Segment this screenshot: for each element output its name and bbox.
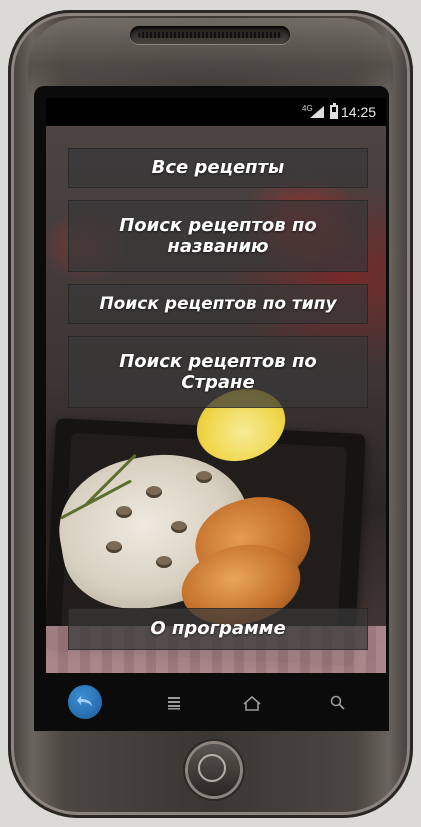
about-button[interactable]: О программе bbox=[68, 608, 368, 650]
mushroom-image bbox=[156, 556, 172, 568]
back-arrow-icon bbox=[77, 696, 92, 707]
battery-icon bbox=[330, 103, 338, 119]
hardware-home-button[interactable] bbox=[188, 744, 240, 796]
back-icon[interactable] bbox=[68, 685, 102, 719]
status-bar: 4G 14:25 bbox=[46, 98, 386, 126]
menu-icon[interactable] bbox=[160, 689, 188, 717]
mushroom-image bbox=[146, 486, 162, 498]
status-time: 14:25 bbox=[341, 104, 377, 120]
mushroom-image bbox=[171, 521, 187, 533]
earpiece-speaker bbox=[130, 26, 290, 44]
home-icon[interactable] bbox=[238, 689, 266, 717]
signal-icon bbox=[310, 106, 324, 118]
mushroom-image bbox=[196, 471, 212, 483]
search-by-type-button[interactable]: Поиск рецептов по типу bbox=[68, 284, 368, 324]
all-recipes-button[interactable]: Все рецепты bbox=[68, 148, 368, 188]
search-icon[interactable] bbox=[324, 689, 352, 717]
navigation-bar bbox=[34, 673, 389, 731]
mushroom-image bbox=[106, 541, 122, 553]
mushroom-image bbox=[116, 506, 132, 518]
search-by-name-button[interactable]: Поиск рецептов по названию bbox=[68, 200, 368, 272]
search-by-country-button[interactable]: Поиск рецептов по Стране bbox=[68, 336, 368, 408]
app-screen: 4G 14:25 Все рецепты Поиск рецептов по н… bbox=[46, 98, 386, 673]
